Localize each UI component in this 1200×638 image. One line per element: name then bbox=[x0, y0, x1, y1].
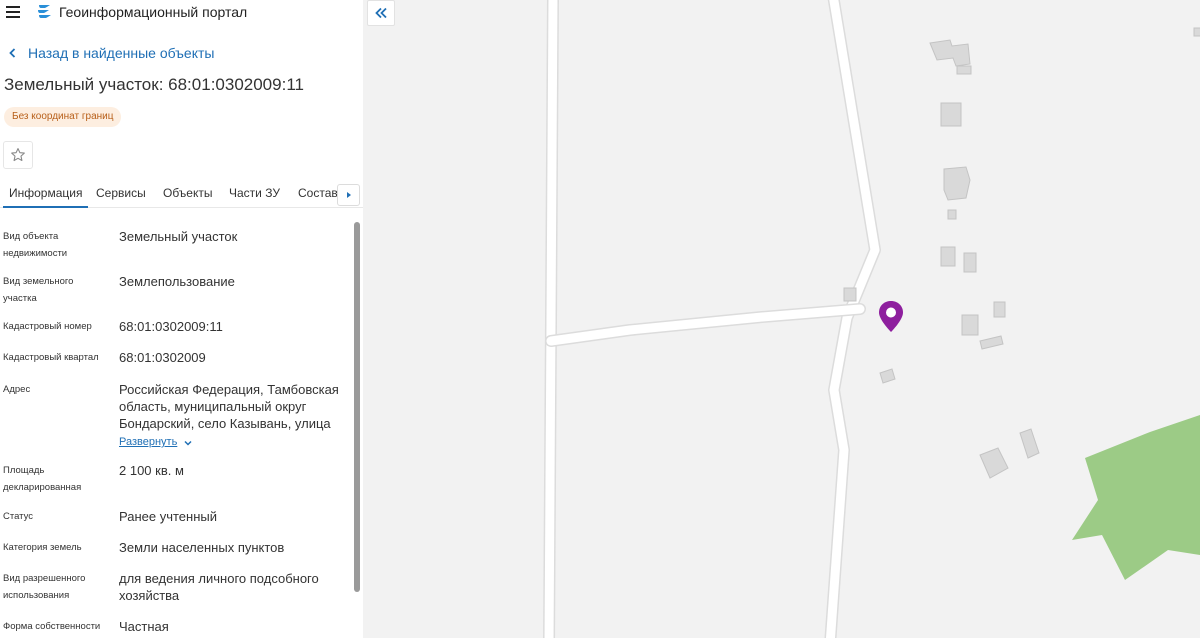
field-value: 68:01:0302009:11 bbox=[119, 319, 223, 334]
address-value-block: Российская Федерация, Тамбовская область… bbox=[119, 381, 347, 451]
hamburger-icon[interactable] bbox=[6, 6, 20, 18]
field-value: Землепользование bbox=[119, 274, 235, 289]
map-view[interactable] bbox=[363, 0, 1200, 638]
tab-parts[interactable]: Части ЗУ bbox=[229, 180, 280, 208]
info-scrollbar[interactable] bbox=[354, 222, 360, 592]
page-title: Земельный участок: 68:01:0302009:11 bbox=[4, 75, 304, 94]
tab-objects[interactable]: Объекты bbox=[163, 180, 213, 208]
field-label: Вид объекта недвижимости bbox=[3, 231, 68, 259]
double-chevron-left-icon bbox=[375, 7, 387, 19]
map-canvas bbox=[543, 0, 1200, 638]
chevron-down-icon bbox=[184, 440, 192, 446]
portal-logo-icon[interactable] bbox=[36, 3, 53, 20]
back-link-label: Назад в найденные объекты bbox=[28, 45, 215, 61]
field-value: Российская Федерация, Тамбовская область… bbox=[119, 382, 339, 431]
top-bar: Геоинформационный портал bbox=[0, 0, 363, 26]
expand-address-link[interactable]: Развернуть bbox=[119, 434, 193, 451]
collapse-panel-button[interactable] bbox=[367, 0, 395, 26]
field-value: Частная bbox=[119, 619, 169, 634]
star-icon bbox=[11, 148, 25, 162]
tab-services[interactable]: Сервисы bbox=[96, 180, 146, 208]
field-label: Адрес bbox=[3, 384, 31, 395]
back-to-results-link[interactable]: Назад в найденные объекты bbox=[6, 45, 214, 61]
info-list: Вид объекта недвижимости Земельный участ… bbox=[0, 220, 352, 638]
status-badge: Без координат границ bbox=[4, 107, 122, 127]
field-label: Вид земельного участка bbox=[3, 276, 74, 304]
chevron-left-icon bbox=[9, 48, 16, 58]
buildings bbox=[843, 27, 1200, 479]
map-pin-icon[interactable] bbox=[877, 300, 905, 334]
field-value: для ведения личного подсобного хозяйства bbox=[119, 571, 319, 603]
field-label: Кадастровый квартал bbox=[3, 352, 99, 363]
field-label: Площадь декларированная bbox=[3, 465, 82, 493]
field-value: Земельный участок bbox=[119, 229, 238, 244]
field-value: 2 100 кв. м bbox=[119, 463, 184, 478]
favorite-button[interactable] bbox=[3, 141, 33, 169]
info-panel: Геоинформационный портал Назад в найденн… bbox=[0, 0, 363, 638]
field-label: Форма собственности bbox=[3, 621, 101, 632]
expand-label: Развернуть bbox=[119, 436, 178, 448]
green-area bbox=[1072, 415, 1200, 580]
tab-information[interactable]: Информация bbox=[3, 180, 89, 208]
field-label: Категория земель bbox=[3, 542, 82, 553]
field-label: Вид разрешенного использования bbox=[3, 573, 86, 601]
tabs-next-button[interactable] bbox=[337, 184, 360, 206]
field-value: Земли населенных пунктов bbox=[119, 540, 285, 555]
tab-composition[interactable]: Состав bbox=[298, 180, 338, 208]
field-label: Статус bbox=[3, 511, 34, 522]
field-value: 68:01:0302009 bbox=[119, 350, 206, 365]
tab-bar: Информация Сервисы Объекты Части ЗУ Сост… bbox=[0, 180, 363, 208]
app-title: Геоинформационный портал bbox=[59, 4, 248, 20]
field-label: Кадастровый номер bbox=[3, 321, 92, 332]
field-value: Ранее учтенный bbox=[119, 509, 217, 524]
triangle-right-icon bbox=[346, 192, 351, 198]
